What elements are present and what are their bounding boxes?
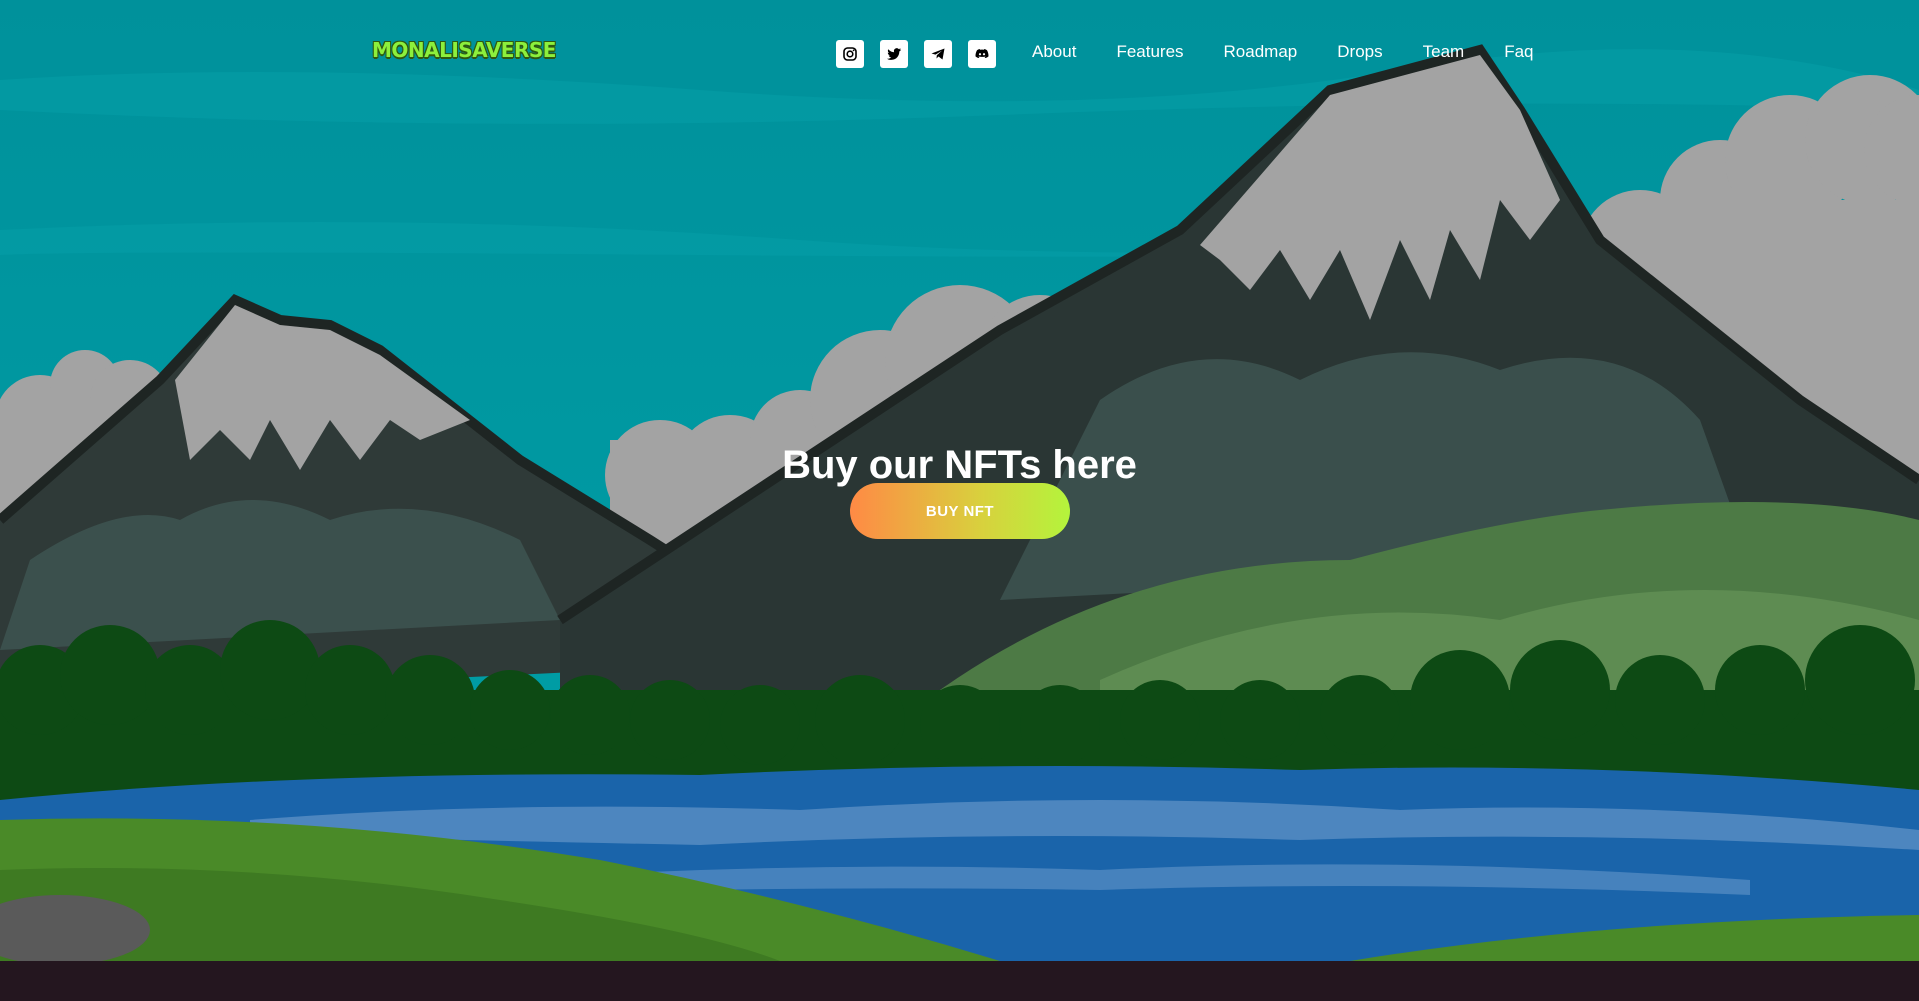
hero-section: MONALISAVERSE About Features Roadmap Dro… xyxy=(0,0,1919,961)
footer-strip xyxy=(0,961,1919,1001)
nav-item-roadmap[interactable]: Roadmap xyxy=(1224,42,1298,62)
hero-headline: Buy our NFTs here xyxy=(782,442,1137,487)
nav-item-features[interactable]: Features xyxy=(1116,42,1183,62)
main-nav: About Features Roadmap Drops Team Faq xyxy=(1032,42,1533,62)
twitter-link[interactable] xyxy=(880,40,908,68)
twitter-icon xyxy=(887,48,901,60)
nav-item-team[interactable]: Team xyxy=(1423,42,1465,62)
nav-item-faq[interactable]: Faq xyxy=(1504,42,1533,62)
telegram-icon xyxy=(931,48,945,60)
nav-item-about[interactable]: About xyxy=(1032,42,1076,62)
nav-item-drops[interactable]: Drops xyxy=(1337,42,1382,62)
instagram-icon xyxy=(843,47,857,61)
social-links xyxy=(836,40,996,68)
brand-logo[interactable]: MONALISAVERSE xyxy=(372,38,556,62)
buy-nft-button[interactable]: BUY NFT xyxy=(850,483,1070,539)
telegram-link[interactable] xyxy=(924,40,952,68)
discord-icon xyxy=(975,49,989,58)
instagram-link[interactable] xyxy=(836,40,864,68)
discord-link[interactable] xyxy=(968,40,996,68)
